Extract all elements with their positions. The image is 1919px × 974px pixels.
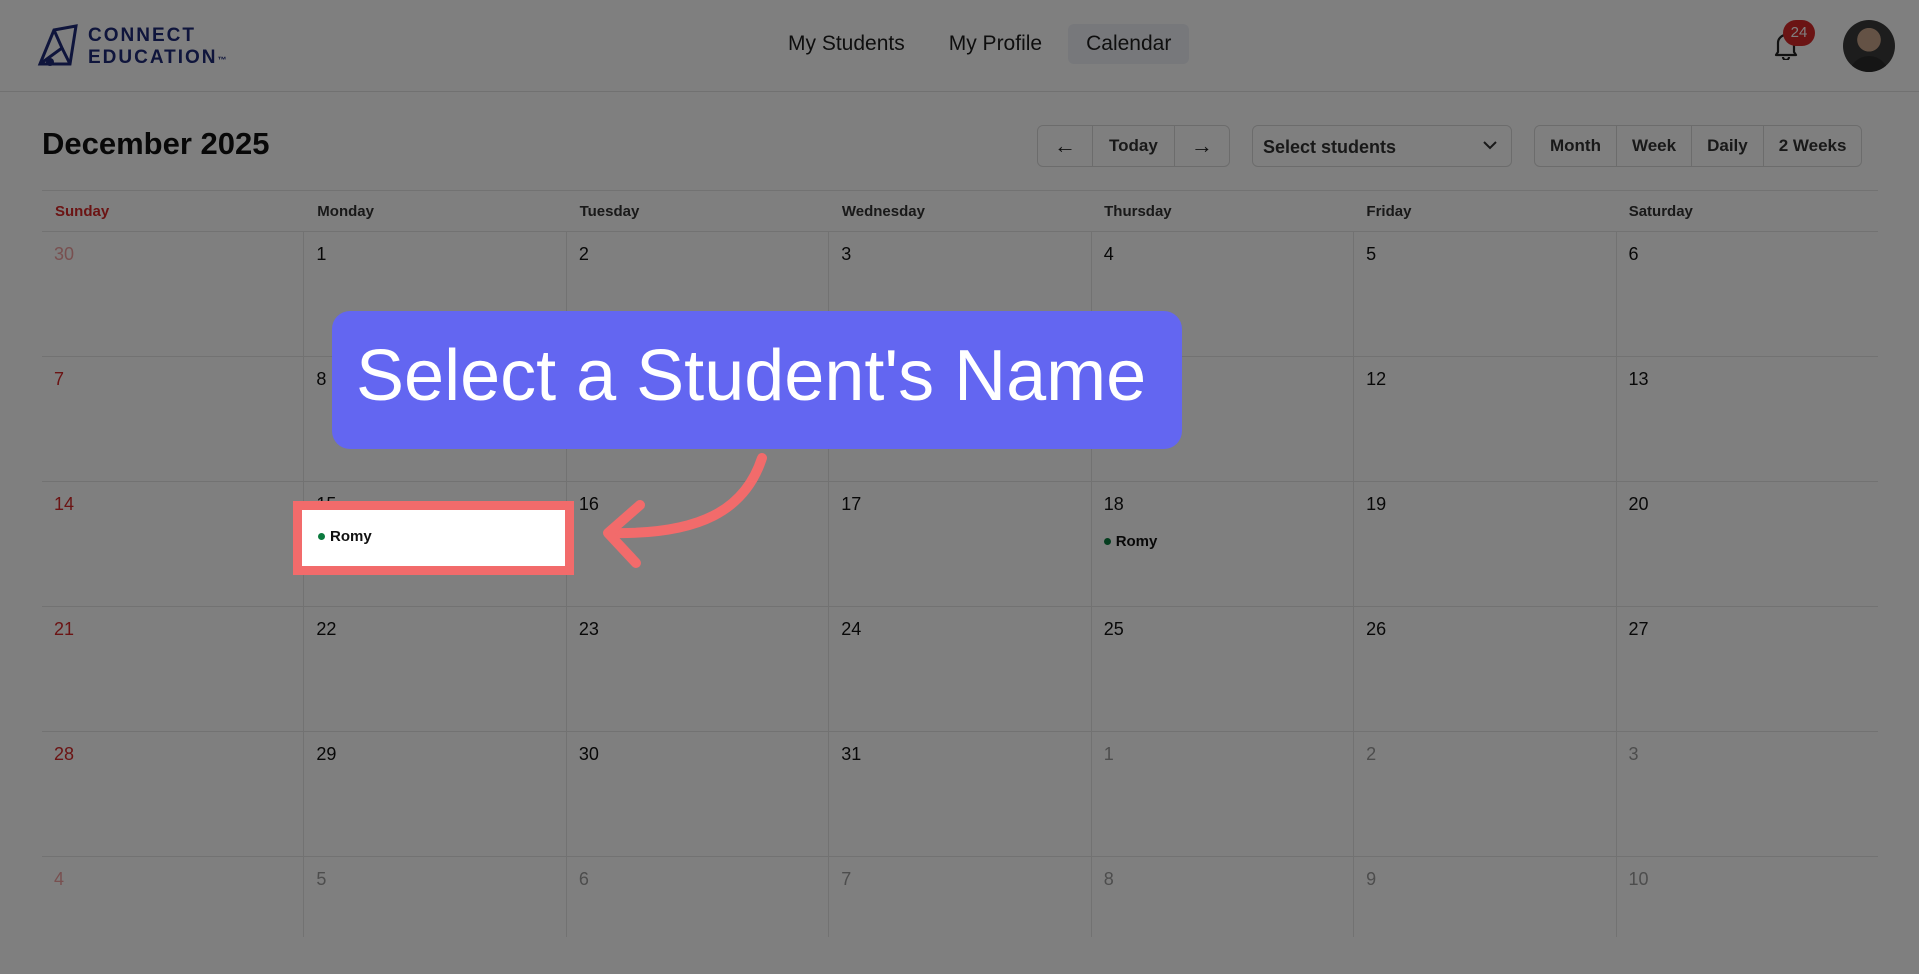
callout-text: Select a Student's Name — [356, 336, 1147, 416]
tutorial-arrow-icon — [603, 453, 767, 568]
tutorial-callout: Select a Student's Name — [332, 311, 1182, 449]
app: CONNECT EDUCATION™ My Students My Profil… — [0, 0, 1919, 974]
